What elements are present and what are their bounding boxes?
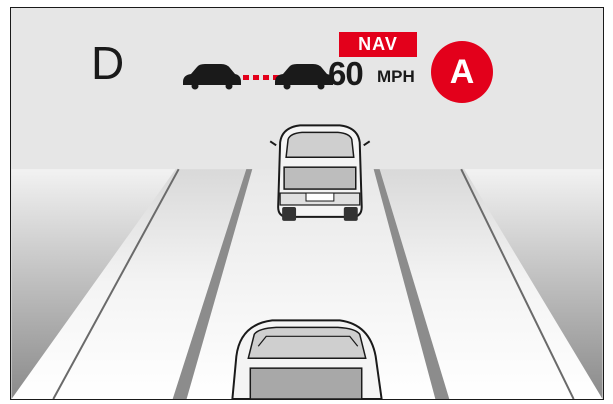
set-speed-value: 60	[328, 55, 364, 92]
ego-vehicle-icon	[183, 64, 241, 90]
status-badge: A	[431, 41, 493, 103]
hud-display: D NAV 60 MPH A	[10, 7, 604, 400]
gap-dashes	[243, 75, 279, 80]
nav-badge: NAV	[339, 32, 417, 57]
speed-unit: MPH	[377, 67, 415, 86]
gear-indicator: D	[91, 37, 125, 89]
following-distance-icon	[183, 64, 333, 90]
ego-vehicle	[231, 319, 383, 399]
lead-vehicle	[269, 124, 371, 221]
status-badge-label: A	[449, 53, 475, 91]
lead-vehicle-icon	[275, 64, 333, 90]
